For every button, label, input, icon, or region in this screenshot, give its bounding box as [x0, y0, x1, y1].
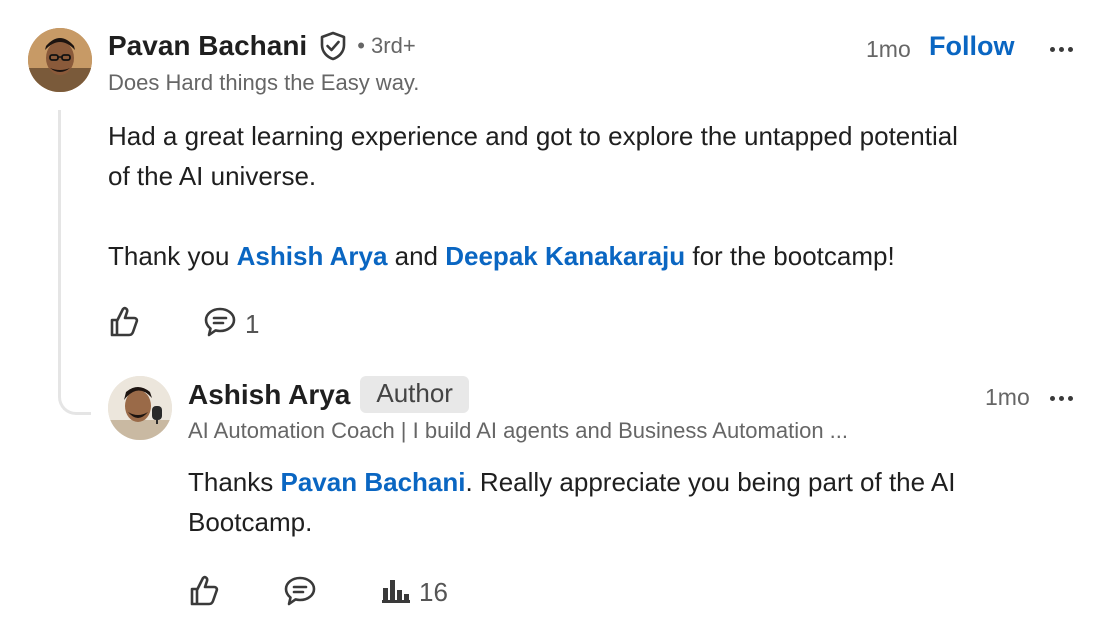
thread-connector [58, 110, 91, 415]
comment-text: Thank you [108, 241, 237, 271]
comment-body: Had a great learning experience and got … [108, 116, 1088, 276]
reply-author-headline: AI Automation Coach | I build AI agents … [188, 418, 849, 443]
bar-chart-icon [381, 576, 411, 609]
reply-text: Thanks [188, 467, 281, 497]
follow-button[interactable]: Follow [929, 31, 1014, 62]
reply-button[interactable]: 1 [203, 306, 259, 343]
reply-text: . Really appreciate you being part of th… [465, 467, 956, 497]
author-badge: Author [360, 376, 469, 413]
comment-bubble-icon [203, 306, 237, 343]
thumbs-up-icon [188, 573, 220, 612]
comment-text: and [387, 241, 446, 271]
comment-bubble-icon [283, 575, 317, 612]
comment-body-line: of the AI universe. [108, 161, 317, 191]
impressions-button[interactable]: 16 [381, 576, 448, 609]
comment-timestamp: 1mo [866, 36, 911, 62]
reply-like-button[interactable] [188, 573, 220, 612]
reply-avatar[interactable] [108, 376, 172, 440]
like-button[interactable] [108, 304, 140, 343]
comment-author-name[interactable]: Pavan Bachani [108, 30, 307, 62]
connection-degree: • 3rd+ [357, 33, 416, 58]
reply-more-icon[interactable] [1050, 396, 1073, 401]
mention-ashish-arya[interactable]: Ashish Arya [237, 241, 388, 271]
avatar[interactable] [28, 28, 92, 92]
comment-author-headline: Does Hard things the Easy way. [108, 70, 420, 95]
mention-pavan-bachani[interactable]: Pavan Bachani [281, 467, 466, 497]
comment-thanks-line: Thank you Ashish Arya and Deepak Kanakar… [108, 236, 1088, 276]
reply-reply-button[interactable] [283, 575, 317, 612]
comment-text: for the bootcamp! [685, 241, 895, 271]
comment-body-line: Had a great learning experience and got … [108, 121, 958, 151]
mention-deepak-kanakaraju[interactable]: Deepak Kanakaraju [445, 241, 685, 271]
verified-icon [319, 31, 347, 61]
reply-timestamp: 1mo [985, 384, 1030, 410]
reply-author-name[interactable]: Ashish Arya [188, 379, 350, 411]
impressions-count: 16 [419, 577, 448, 607]
reply-body-line: Bootcamp. [188, 507, 313, 537]
reply-count: 1 [245, 309, 260, 339]
comment-more-icon[interactable] [1050, 47, 1073, 52]
reply-body-line: Thanks Pavan Bachani. Really appreciate … [188, 462, 1088, 502]
thumbs-up-icon [108, 304, 140, 343]
reply-body: Thanks Pavan Bachani. Really appreciate … [188, 462, 1088, 542]
